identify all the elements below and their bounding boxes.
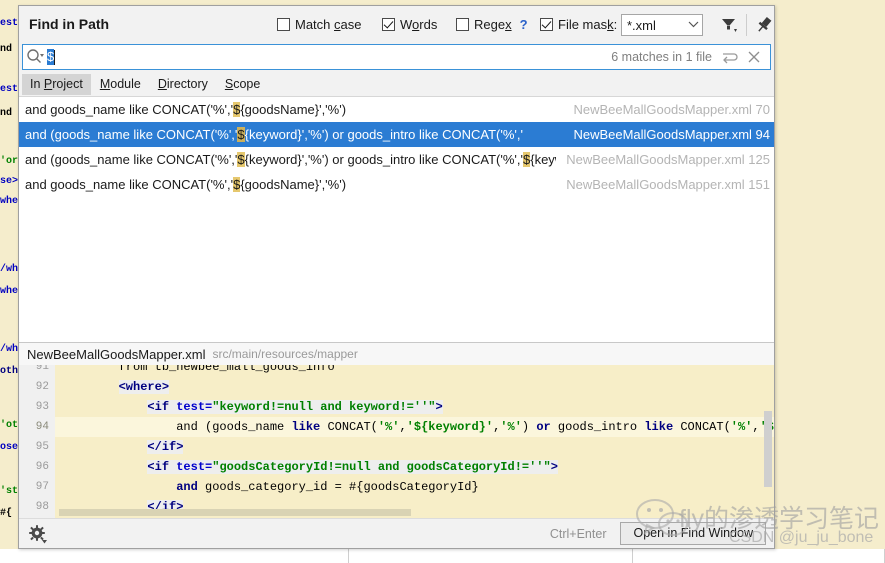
chevron-down-icon [684,20,702,30]
file-mask-value: *.xml [627,17,656,33]
result-text: and (goods_name like CONCAT('%','${keywo… [25,127,523,142]
shortcut-hint: Ctrl+Enter [549,526,607,541]
gear-icon[interactable] [27,523,49,545]
sidebar-item-in-project[interactable]: In Project [22,73,91,95]
dialog-footer: Ctrl+Enter Open in Find Window [19,518,774,548]
vertical-scrollbar[interactable] [764,411,772,487]
line-number: 97 [35,481,49,493]
background-bottom-strip [0,549,885,563]
background-code-fragment: 'st [0,486,19,497]
preview-file-path: src/main/resources/mapper [212,347,358,361]
line-number-gutter: 91 92 93 94 95 96 97 98 [19,365,55,518]
open-in-find-window-button[interactable]: Open in Find Window [620,522,766,545]
result-row[interactable]: and goods_name like CONCAT('%','${goodsN… [19,172,774,197]
result-text: and goods_name like CONCAT('%','${goodsN… [25,177,347,192]
code-line: from tb_newbee_mall_goods_info [61,365,335,374]
code-lines: from tb_newbee_mall_goods_info <where> <… [55,365,774,518]
background-code-fragment: nd [0,108,13,119]
header-divider [746,14,747,36]
code-preview[interactable]: 91 92 93 94 95 96 97 98 from tb_newbee_mall_goo… [19,365,774,518]
filter-icon[interactable] [720,16,740,34]
background-code-fragment: est [0,84,19,95]
result-location: NewBeeMallGoodsMapper.xml 70 [573,102,770,117]
background-code-fragment: se> [0,176,19,187]
background-code-fragment: /wh [0,264,19,275]
background-code-fragment: #{ [0,508,13,519]
preview-header[interactable]: NewBeeMallGoodsMapper.xml src/main/resou… [19,343,774,365]
regex-box[interactable] [456,18,469,31]
regex-label: Regex [474,17,512,32]
line-number: 94 [35,421,49,433]
pin-icon[interactable] [755,15,773,35]
file-mask-box[interactable] [540,18,553,31]
horizontal-scrollbar[interactable] [59,509,411,516]
line-number: 93 [35,401,49,413]
words-label: Words [400,17,438,32]
scope-tabs: In Project Module Directory Scope [19,72,774,96]
code-line: <where> [118,380,170,394]
sidebar-item-scope[interactable]: Scope [217,74,268,95]
file-mask-checkbox[interactable]: File mask: [540,17,617,32]
match-case-checkbox[interactable]: Match case [277,17,361,32]
search-icon[interactable] [23,45,47,69]
words-box[interactable] [382,18,395,31]
background-code-fragment: 'ot [0,420,19,431]
close-icon[interactable] [742,47,766,67]
search-row: $ 6 matches in 1 file [19,44,774,72]
dialog-header: Find in Path Match case Words Regex ? Fi… [19,6,774,44]
regex-checkbox[interactable]: Regex ? [456,17,528,32]
sidebar-item-directory[interactable]: Directory [150,74,216,95]
background-code-fragment: est [0,18,19,29]
result-text: and (goods_name like CONCAT('%','${keywo… [25,152,556,167]
page-title: Find in Path [29,16,110,32]
match-highlight: $ [237,152,245,167]
rerun-icon[interactable] [718,47,740,67]
match-case-label: Match case [295,17,362,32]
code-line: and (goods_name like CONCAT('%','${keywo… [55,417,774,437]
search-status: 6 matches in 1 file [611,50,712,64]
background-code-fragment: oth [0,366,19,377]
preview-pane: NewBeeMallGoodsMapper.xml src/main/resou… [19,342,774,548]
words-checkbox[interactable]: Words [382,17,437,32]
background-code-fragment: ose [0,442,19,453]
background-code-fragment: whe [0,196,19,207]
regex-help-link[interactable]: ? [520,17,528,32]
sidebar-item-module[interactable]: Module [92,74,149,95]
code-line: </if> [147,440,184,454]
preview-file-name: NewBeeMallGoodsMapper.xml [27,346,206,362]
result-text: and goods_name like CONCAT('%','${goodsN… [25,102,347,117]
background-code-fragment: 'or [0,156,19,167]
match-case-box[interactable] [277,18,290,31]
result-location: NewBeeMallGoodsMapper.xml 151 [566,177,770,192]
line-number: 91 [35,365,49,373]
background-code-fragment: nd [0,44,13,55]
result-row[interactable]: and (goods_name like CONCAT('%','${keywo… [19,147,774,172]
code-line: <if test="keyword!=null and keyword!=''"… [147,400,443,414]
text-caret [54,49,56,65]
result-location: NewBeeMallGoodsMapper.xml 125 [566,152,770,167]
line-number: 92 [35,381,49,393]
result-row[interactable]: and (goods_name like CONCAT('%','${keywo… [19,122,774,147]
search-input[interactable]: $ 6 matches in 1 file [22,44,771,70]
result-location: NewBeeMallGoodsMapper.xml 94 [573,127,770,142]
background-code-fragment: /wh [0,344,19,355]
results-list[interactable]: and goods_name like CONCAT('%','${goodsN… [19,96,774,342]
code-line: and goods_category_id = #{goodsCategoryI… [176,480,479,494]
search-input-value: $ [47,49,55,65]
background-code-right-strip [773,0,885,563]
result-row[interactable]: and goods_name like CONCAT('%','${goodsN… [19,97,774,122]
line-number: 96 [35,461,49,473]
file-mask-dropdown[interactable]: *.xml [621,14,703,36]
find-in-path-dialog: Find in Path Match case Words Regex ? Fi… [18,5,775,549]
line-number: 98 [35,501,49,513]
background-code-fragment: whe [0,286,19,297]
code-line: <if test="goodsCategoryId!=null and good… [147,460,558,474]
file-mask-label: File mask: [558,17,618,32]
match-highlight: $ [237,127,245,142]
line-number: 95 [35,441,49,453]
